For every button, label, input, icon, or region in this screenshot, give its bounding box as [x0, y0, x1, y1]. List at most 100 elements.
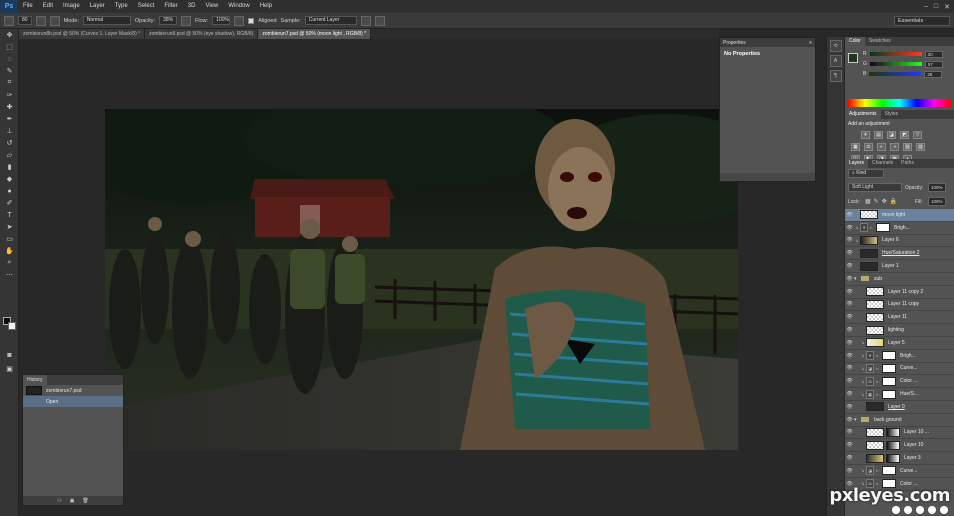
curves-icon[interactable]: ◪: [887, 131, 896, 139]
pen-tool-icon[interactable]: ✐: [0, 197, 19, 209]
brightness-contrast-icon[interactable]: ☀: [861, 131, 870, 139]
menu-image[interactable]: Image: [58, 0, 85, 13]
eye-icon[interactable]: 👁: [845, 327, 854, 333]
layer-row[interactable]: 👁 ↳ Layer 5: [845, 337, 954, 350]
eye-icon[interactable]: 👁: [845, 365, 854, 371]
history-step[interactable]: Open: [23, 396, 123, 407]
layer-row[interactable]: 👁 Layer 11 copy: [845, 299, 954, 312]
clone-stamp-tool-icon[interactable]: ⊥: [0, 125, 19, 137]
menu-select[interactable]: Select: [133, 0, 160, 13]
layer-row[interactable]: 👁 ↳ ▦ ∞ Hue/S...: [845, 388, 954, 401]
more-tools-icon[interactable]: ⋯: [0, 269, 19, 281]
quick-mask-icon[interactable]: ◙: [0, 349, 19, 361]
lock-icons[interactable]: ▦✎✥🔒: [865, 198, 900, 205]
black-white-icon[interactable]: ◐: [877, 143, 886, 151]
blend-mode-select[interactable]: Soft Light: [848, 183, 902, 192]
doc-tab-zombierun8[interactable]: zombierun8.psd @ 50% (eye shadow), RGB/8…: [145, 29, 259, 39]
exposure-icon[interactable]: ◩: [900, 131, 909, 139]
pressure-opacity-icon[interactable]: [181, 15, 192, 26]
photo-filter-icon[interactable]: ◑: [890, 143, 899, 151]
eye-icon[interactable]: 👁: [845, 289, 854, 295]
brush-tool-icon[interactable]: ✒: [0, 113, 19, 125]
mode-select[interactable]: Normal: [82, 16, 131, 25]
blur-tool-icon[interactable]: ◆: [0, 173, 19, 185]
vibrance-icon[interactable]: ▽: [913, 131, 922, 139]
marquee-tool-icon[interactable]: ⬚: [0, 41, 19, 53]
green-slider[interactable]: G 57: [845, 59, 954, 69]
layer-row[interactable]: 👁 ↳ ☀ ∞ Brigh...: [845, 350, 954, 363]
menu-view[interactable]: View: [200, 0, 223, 13]
type-tool-icon[interactable]: T: [0, 209, 19, 221]
eye-icon[interactable]: 👁: [845, 314, 854, 320]
channel-mixer-icon[interactable]: ▧: [903, 143, 912, 151]
layer-opacity-input[interactable]: 100%: [928, 183, 946, 192]
menu-layer[interactable]: Layer: [85, 0, 110, 13]
menu-file[interactable]: File: [18, 0, 38, 13]
blue-slider[interactable]: B 28: [845, 69, 954, 79]
fill-input[interactable]: 100%: [928, 197, 946, 206]
history-snapshot[interactable]: zombierun7.psd: [23, 385, 123, 396]
healing-brush-tool-icon[interactable]: ✚: [0, 101, 19, 113]
menu-window[interactable]: Window: [223, 0, 254, 13]
eye-icon[interactable]: 👁: [845, 417, 854, 423]
menu-type[interactable]: Type: [110, 0, 133, 13]
sample-select[interactable]: Current Layer: [304, 16, 357, 25]
close-icon[interactable]: ✕: [944, 3, 950, 11]
red-value-input[interactable]: 30: [924, 50, 943, 58]
zoom-tool-icon[interactable]: ⌕: [0, 257, 19, 269]
layer-row[interactable]: 👁 Layer 3: [845, 452, 954, 465]
path-select-tool-icon[interactable]: ➤: [0, 221, 19, 233]
eyedropper-tool-icon[interactable]: ✑: [0, 89, 19, 101]
layer-filter-kind[interactable]: ⌕ Kind: [848, 169, 884, 178]
layer-group-row[interactable]: 👁 ▾ zub: [845, 273, 954, 286]
tab-layers[interactable]: Layers: [845, 159, 869, 168]
history-brush-tool-icon[interactable]: ↺: [0, 137, 19, 149]
eye-icon[interactable]: 👁: [845, 391, 854, 397]
quick-select-tool-icon[interactable]: ✎: [0, 65, 19, 77]
panel-menu-icon[interactable]: ≡: [809, 40, 812, 46]
color-spectrum-bar[interactable]: [848, 99, 951, 107]
green-value-input[interactable]: 57: [924, 60, 943, 68]
red-slider[interactable]: R 30: [845, 49, 954, 59]
levels-icon[interactable]: ▤: [874, 131, 883, 139]
crop-tool-icon[interactable]: ⌗: [0, 77, 19, 89]
eye-icon[interactable]: 👁: [845, 225, 854, 231]
ignore-adjustment-layers-icon[interactable]: [360, 15, 371, 26]
delete-state-icon[interactable]: 🗑: [82, 498, 88, 504]
color-balance-icon[interactable]: ⚖: [864, 143, 873, 151]
layer-row[interactable]: 👁 ↳ ◪ ∞ Curve...: [845, 465, 954, 478]
workspace-select[interactable]: Essentials: [894, 16, 950, 26]
tab-properties[interactable]: Properties: [723, 38, 746, 48]
eye-icon[interactable]: 👁: [845, 250, 854, 256]
clone-stamp-tool-icon[interactable]: [4, 15, 14, 26]
eye-icon[interactable]: 👁: [845, 442, 854, 448]
eye-icon[interactable]: 👁: [845, 237, 854, 243]
background-color-swatch[interactable]: [8, 322, 16, 330]
opacity-input[interactable]: 38%: [159, 16, 178, 25]
eye-icon[interactable]: 👁: [845, 353, 854, 359]
layer-row[interactable]: 👁 ↳ ⚖ ∞ Color ...: [845, 375, 954, 389]
hue-saturation-icon[interactable]: ▦: [851, 143, 860, 151]
dodge-tool-icon[interactable]: ●: [0, 185, 19, 197]
menu-help[interactable]: Help: [255, 0, 277, 13]
paragraph-panel-icon[interactable]: ¶: [829, 70, 842, 82]
eye-icon[interactable]: 👁: [845, 468, 854, 474]
tab-paths[interactable]: Paths: [897, 159, 918, 168]
flow-input[interactable]: 100%: [212, 16, 231, 25]
maximize-icon[interactable]: □: [934, 3, 938, 10]
layer-row[interactable]: 👁 Layer 11: [845, 311, 954, 325]
eye-icon[interactable]: 👁: [845, 263, 854, 269]
menu-3d[interactable]: 3D: [183, 0, 201, 13]
layer-row[interactable]: 👁 ↳ ☀ ∞ Brigh...: [845, 222, 954, 235]
menu-filter[interactable]: Filter: [159, 0, 182, 13]
blue-slider-track[interactable]: [869, 72, 922, 76]
lasso-tool-icon[interactable]: ◌: [0, 53, 19, 65]
aligned-checkbox[interactable]: [248, 17, 255, 24]
layer-row[interactable]: 👁 Layer 10: [845, 439, 954, 453]
new-document-from-state-icon[interactable]: ⚇: [57, 498, 61, 504]
menu-edit[interactable]: Edit: [38, 0, 58, 13]
minimize-icon[interactable]: –: [924, 3, 928, 10]
eye-icon[interactable]: 👁: [845, 429, 854, 435]
layer-row[interactable]: 👁 ↳ ◪ ∞ Curve...: [845, 363, 954, 376]
color-swatches[interactable]: [3, 317, 17, 331]
